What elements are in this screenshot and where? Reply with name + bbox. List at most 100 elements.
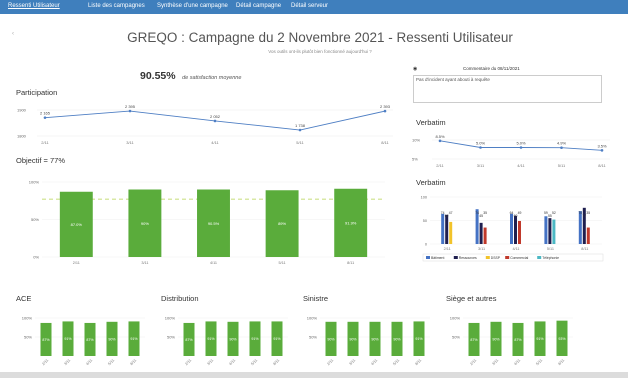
distribution-x-tick: 5/11 xyxy=(250,358,258,366)
distribution-x-tick: 4/11 xyxy=(228,358,236,366)
ace-x-tick: 2/11 xyxy=(41,358,49,366)
objectif-bar xyxy=(128,189,162,257)
siege-x-tick: 2/11 xyxy=(469,358,477,366)
distribution-y-tick: 100% xyxy=(165,316,176,321)
participation-x-tick: 5/11 xyxy=(296,140,304,145)
comment-text: Pas d'incident ayant abouti à requête xyxy=(416,77,490,82)
verbatim_bars-x-tick: 2/11 xyxy=(444,247,451,251)
siege-y-tick: 50% xyxy=(452,335,460,340)
participation-data-label: 1 738 xyxy=(295,123,306,128)
verbatim_bars-data-label: 62 xyxy=(445,214,449,218)
siege-x-tick: 5/11 xyxy=(535,358,543,366)
verbatim_bars-legend-label: Ressources xyxy=(459,256,477,260)
section-distribution: Distribution xyxy=(161,294,199,303)
ace-data-label: 90% xyxy=(108,337,116,341)
verbatim_bars-legend-label: Commercial xyxy=(510,256,528,260)
siege-y-tick: 100% xyxy=(450,316,461,321)
verbatim_bars-bar xyxy=(449,221,453,244)
verbatim_line-x-tick: 4/11 xyxy=(517,163,525,168)
verbatim_line-x-tick: 2/11 xyxy=(436,163,444,168)
radio-icon[interactable]: ◉ xyxy=(413,66,417,72)
sinistre-bar xyxy=(413,321,425,356)
verbatim_line-data-label: 5.0% xyxy=(516,141,526,146)
verbatim_line-x-tick: 5/11 xyxy=(558,163,566,168)
verbatim_line-point xyxy=(600,149,604,152)
nav-liste-campagnes[interactable]: Liste des campagnes xyxy=(88,3,145,9)
ace-bar xyxy=(62,321,74,356)
siege-bar xyxy=(534,321,546,356)
siege-data-label: 87% xyxy=(514,338,522,342)
verbatim_bars-legend-label: Téléphonie xyxy=(542,256,559,260)
section-ace: ACE xyxy=(16,294,32,303)
verbatim_line-data-label: 5.0% xyxy=(476,141,486,146)
sinistre-bar xyxy=(347,321,359,356)
verbatim_bars-data-label: 45 xyxy=(479,214,483,218)
participation-data-label: 2 393 xyxy=(380,104,391,109)
verbatim_bars-legend-box xyxy=(422,253,604,262)
verbatim_bars-bar xyxy=(552,219,556,244)
distribution-data-label: 91% xyxy=(251,337,259,341)
satisfaction-summary: 90.55% de satisfaction moyenne xyxy=(140,66,241,84)
verbatim_bars-data-label: 59 xyxy=(544,211,548,215)
siege-data-label: 87% xyxy=(470,338,478,342)
participation-point xyxy=(383,109,387,113)
verbatim_line-data-label: 8.5% xyxy=(435,134,445,139)
siege-x-tick: 3/11 xyxy=(491,358,499,366)
verbatim_line-point xyxy=(519,146,523,149)
verbatim_bars-legend-label: DSSP xyxy=(491,256,501,260)
comment-header: Commentaire du 08/11/2021 xyxy=(463,66,520,71)
ace-data-label: 91% xyxy=(130,337,138,341)
verbatim_bars-bar xyxy=(441,213,445,244)
verbatim_line-y-tick: 10% xyxy=(412,138,420,143)
nav-detail-campagne[interactable]: Détail campagne xyxy=(236,3,281,9)
verbatim_bars-legend-swatch xyxy=(505,256,510,259)
ace-x-tick: 5/11 xyxy=(107,358,115,366)
chevron-left-icon[interactable]: ‹ xyxy=(12,31,14,37)
ace-bar xyxy=(106,321,118,356)
verbatim_bars-data-label: 47 xyxy=(449,211,453,215)
verbatim_bars-bar xyxy=(586,227,590,244)
objectif-y-tick: 0% xyxy=(33,255,39,260)
distribution-bar xyxy=(227,321,239,356)
verbatim_bars-bar xyxy=(518,220,521,244)
nav-ressenti-utilisateur[interactable]: Ressenti Utilisateur xyxy=(8,3,60,9)
participation-x-tick: 3/11 xyxy=(126,140,134,145)
verbatim_bars-data-label: 70 xyxy=(578,211,582,215)
horizontal-scrollbar[interactable] xyxy=(0,372,628,378)
participation-data-label: 2 052 xyxy=(210,114,221,119)
verbatim_line-data-label: 4.9% xyxy=(557,141,567,146)
participation-x-tick: 4/11 xyxy=(211,140,219,145)
verbatim_line-x-tick: 3/11 xyxy=(477,163,485,168)
nav-synthese-campagne[interactable]: Synthèse d'une campagne xyxy=(157,3,228,9)
distribution-bar xyxy=(205,321,217,356)
nav-detail-serveur[interactable]: Détail serveur xyxy=(291,3,328,9)
verbatim_bars-data-label: 35 xyxy=(586,211,590,215)
verbatim_bars-data-label: 64 xyxy=(510,211,514,215)
distribution-data-label: 91% xyxy=(273,337,281,341)
verbatim_bars-bar xyxy=(510,213,513,244)
verbatim_bars-data-label: 74 xyxy=(475,211,479,215)
sinistre-data-label: 90% xyxy=(393,337,401,341)
verbatim_bars-bar xyxy=(445,214,449,244)
verbatim_bars-bar xyxy=(483,227,487,244)
verbatim_bars-x-tick: 4/11 xyxy=(512,247,519,251)
satisfaction-label: de satisfaction moyenne xyxy=(182,75,242,81)
verbatim_bars-x-tick: 3/11 xyxy=(478,247,485,251)
distribution-data-label: 87% xyxy=(185,338,193,342)
siege-bar xyxy=(468,322,480,356)
section-verbatim-line: Verbatim xyxy=(416,118,446,127)
sinistre-data-label: 91% xyxy=(415,337,423,341)
verbatim_line-data-label: 3.5% xyxy=(597,143,607,148)
satisfaction-value: 90.55% xyxy=(140,70,176,82)
distribution-data-label: 90% xyxy=(229,337,237,341)
objectif-x-tick: 3/11 xyxy=(141,261,148,265)
verbatim_line-x-tick: 8/11 xyxy=(598,163,606,168)
ace-bar xyxy=(40,322,52,356)
objectif-data-label: 90.5% xyxy=(208,221,220,226)
sinistre-data-label: 90% xyxy=(371,337,379,341)
section-sinistre: Sinistre xyxy=(303,294,329,303)
sinistre-y-tick: 100% xyxy=(307,316,318,321)
sinistre-data-label: 90% xyxy=(327,337,335,341)
verbatim_bars-data-label: 60 xyxy=(514,214,518,218)
verbatim_bars-bar xyxy=(479,222,483,244)
